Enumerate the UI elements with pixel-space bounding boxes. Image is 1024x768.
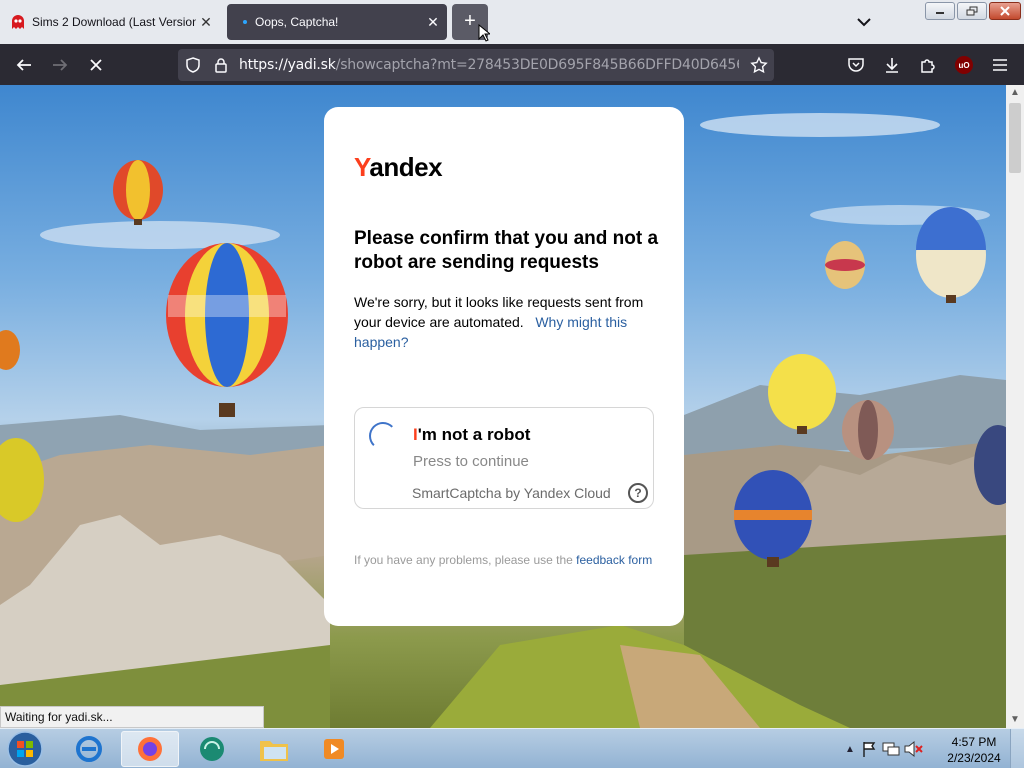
media-player-icon xyxy=(324,739,344,759)
balloon-striped xyxy=(842,400,894,460)
loading-spinner-icon xyxy=(369,422,397,450)
bookmark-star-icon[interactable] xyxy=(749,55,769,75)
captcha-card: Yandex Please confirm that you and not a… xyxy=(324,107,684,626)
chevron-down-icon xyxy=(857,18,871,27)
balloon-left-top xyxy=(113,160,163,225)
page-heading: Please confirm that you and not a robot … xyxy=(354,228,659,273)
restore-button[interactable] xyxy=(957,2,987,20)
stop-icon xyxy=(90,59,102,71)
minimize-icon xyxy=(936,12,944,14)
app-menu-button[interactable] xyxy=(986,52,1014,78)
mouse-cursor-icon xyxy=(478,24,490,42)
tab-title: Sims 2 Download (Last Version) xyxy=(32,15,196,29)
back-arrow-icon xyxy=(16,59,31,71)
close-window-button[interactable] xyxy=(989,2,1021,20)
tab-sims2-download[interactable]: Sims 2 Download (Last Version) ✕ xyxy=(0,4,220,40)
clock-time: 4:57 PM xyxy=(951,735,997,749)
internet-explorer-icon xyxy=(76,736,102,762)
action-center-flag-icon[interactable] xyxy=(860,740,880,758)
tab-close-icon[interactable]: ✕ xyxy=(423,14,443,31)
page-content: Yandex Please confirm that you and not a… xyxy=(0,85,1006,728)
download-icon xyxy=(886,58,898,73)
system-tray: ▲ xyxy=(840,729,924,768)
balloon-left-large xyxy=(166,243,288,417)
tab-oops-captcha[interactable]: Oops, Captcha! ✕ xyxy=(227,4,447,40)
green-orb-icon xyxy=(200,737,224,761)
url-text[interactable]: https://yadi.sk/showcaptcha?mt=278453DE0… xyxy=(239,57,739,73)
taskbar-media-player[interactable] xyxy=(305,731,363,767)
windows-logo-icon xyxy=(7,731,43,767)
puzzle-piece-icon xyxy=(921,59,935,73)
scrollbar-thumb[interactable] xyxy=(1009,103,1021,173)
address-bar[interactable]: https://yadi.sk/showcaptcha?mt=278453DE0… xyxy=(178,49,774,81)
system-clock[interactable]: 4:57 PM 2/23/2024 xyxy=(945,734,1003,766)
loading-dot-icon xyxy=(243,20,247,24)
help-question-icon[interactable]: ? xyxy=(628,483,648,503)
tab-close-icon[interactable]: ✕ xyxy=(196,14,216,31)
stop-loading-button[interactable] xyxy=(82,52,110,78)
tracking-protection-shield-icon[interactable] xyxy=(183,55,203,75)
show-hidden-icons-arrow-icon[interactable]: ▲ xyxy=(840,744,860,755)
taskbar-file-explorer[interactable] xyxy=(245,731,303,767)
navigation-toolbar: https://yadi.sk/showcaptcha?mt=278453DE0… xyxy=(0,44,1024,85)
network-icon[interactable] xyxy=(880,740,902,758)
clock-date: 2/23/2024 xyxy=(947,751,1001,765)
close-icon xyxy=(1000,6,1010,16)
scroll-down-arrow-icon[interactable]: ▼ xyxy=(1006,712,1024,728)
ghost-favicon-icon xyxy=(12,15,24,29)
press-to-continue-text: Press to continue xyxy=(413,453,529,470)
firefox-icon xyxy=(138,737,162,761)
minimize-button[interactable] xyxy=(925,2,955,20)
status-bar: Waiting for yadi.sk... xyxy=(0,706,264,728)
tab-strip: Sims 2 Download (Last Version) ✕ Oops, C… xyxy=(0,0,1024,44)
scroll-up-arrow-icon[interactable]: ▲ xyxy=(1006,85,1024,101)
ublock-origin-button[interactable]: uO xyxy=(950,52,978,78)
not-a-robot-checkbox-label[interactable]: I'm not a robot xyxy=(413,425,530,445)
folder-icon xyxy=(260,741,288,761)
url-path: /showcaptcha?mt=278453DE0D695F845B66DFFD… xyxy=(335,57,739,73)
vertical-scrollbar[interactable]: ▲ ▼ xyxy=(1006,85,1024,728)
problems-notice: If you have any problems, please use the… xyxy=(354,551,654,569)
start-button[interactable] xyxy=(0,731,50,767)
balloon-right-blue-top xyxy=(916,207,986,303)
forward-arrow-icon xyxy=(53,59,68,71)
problems-text: If you have any problems, please use the xyxy=(354,553,573,567)
tab-title: Oops, Captcha! xyxy=(255,15,339,29)
windows-taskbar: ▲ 4:57 PM 2/23/2024 xyxy=(0,728,1024,768)
downloads-button[interactable] xyxy=(878,52,906,78)
back-button[interactable] xyxy=(10,52,38,78)
pocket-icon xyxy=(848,58,864,72)
lock-icon[interactable] xyxy=(211,55,231,75)
ublock-origin-icon: uO xyxy=(955,56,973,74)
robot-label-rest: 'm not a robot xyxy=(417,425,531,444)
url-domain: https://yadi.sk xyxy=(239,57,336,73)
taskbar-firefox[interactable] xyxy=(121,731,179,767)
volume-muted-icon[interactable] xyxy=(902,740,924,758)
restore-icon xyxy=(966,6,978,16)
feedback-form-link[interactable]: feedback form xyxy=(576,553,652,567)
balloon-left-edge-top xyxy=(0,330,20,370)
list-all-tabs-button[interactable] xyxy=(852,10,876,34)
balloon-right-small xyxy=(825,241,865,289)
taskbar-internet-explorer[interactable] xyxy=(60,731,118,767)
taskbar-app-green[interactable] xyxy=(183,731,241,767)
forward-button[interactable] xyxy=(46,52,74,78)
hamburger-menu-icon xyxy=(993,59,1007,71)
yandex-logo-y: Y xyxy=(354,152,370,182)
show-desktop-button[interactable] xyxy=(1010,729,1024,768)
description: We're sorry, but it looks like requests … xyxy=(354,292,664,352)
extensions-button[interactable] xyxy=(914,52,942,78)
captcha-provider-text: SmartCaptcha by Yandex Cloud xyxy=(412,485,611,501)
yandex-logo: Yandex xyxy=(354,152,443,183)
smartcaptcha-widget[interactable]: I'm not a robot Press to continue SmartC… xyxy=(354,407,654,509)
pocket-button[interactable] xyxy=(842,52,870,78)
yandex-logo-rest: andex xyxy=(369,152,443,182)
